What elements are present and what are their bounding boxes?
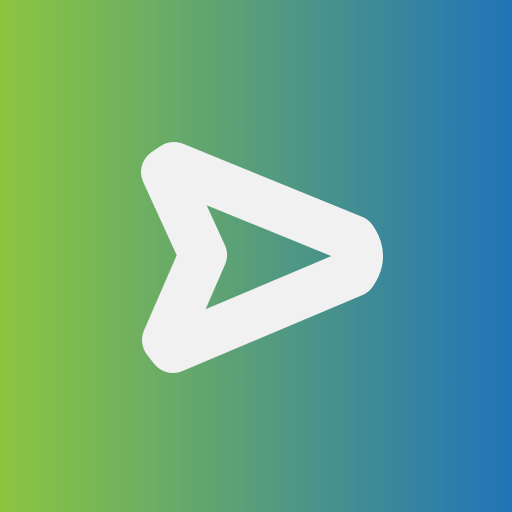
app-icon[interactable] (0, 0, 512, 512)
app-icon-graphic (0, 0, 512, 512)
gradient-background (0, 0, 512, 512)
